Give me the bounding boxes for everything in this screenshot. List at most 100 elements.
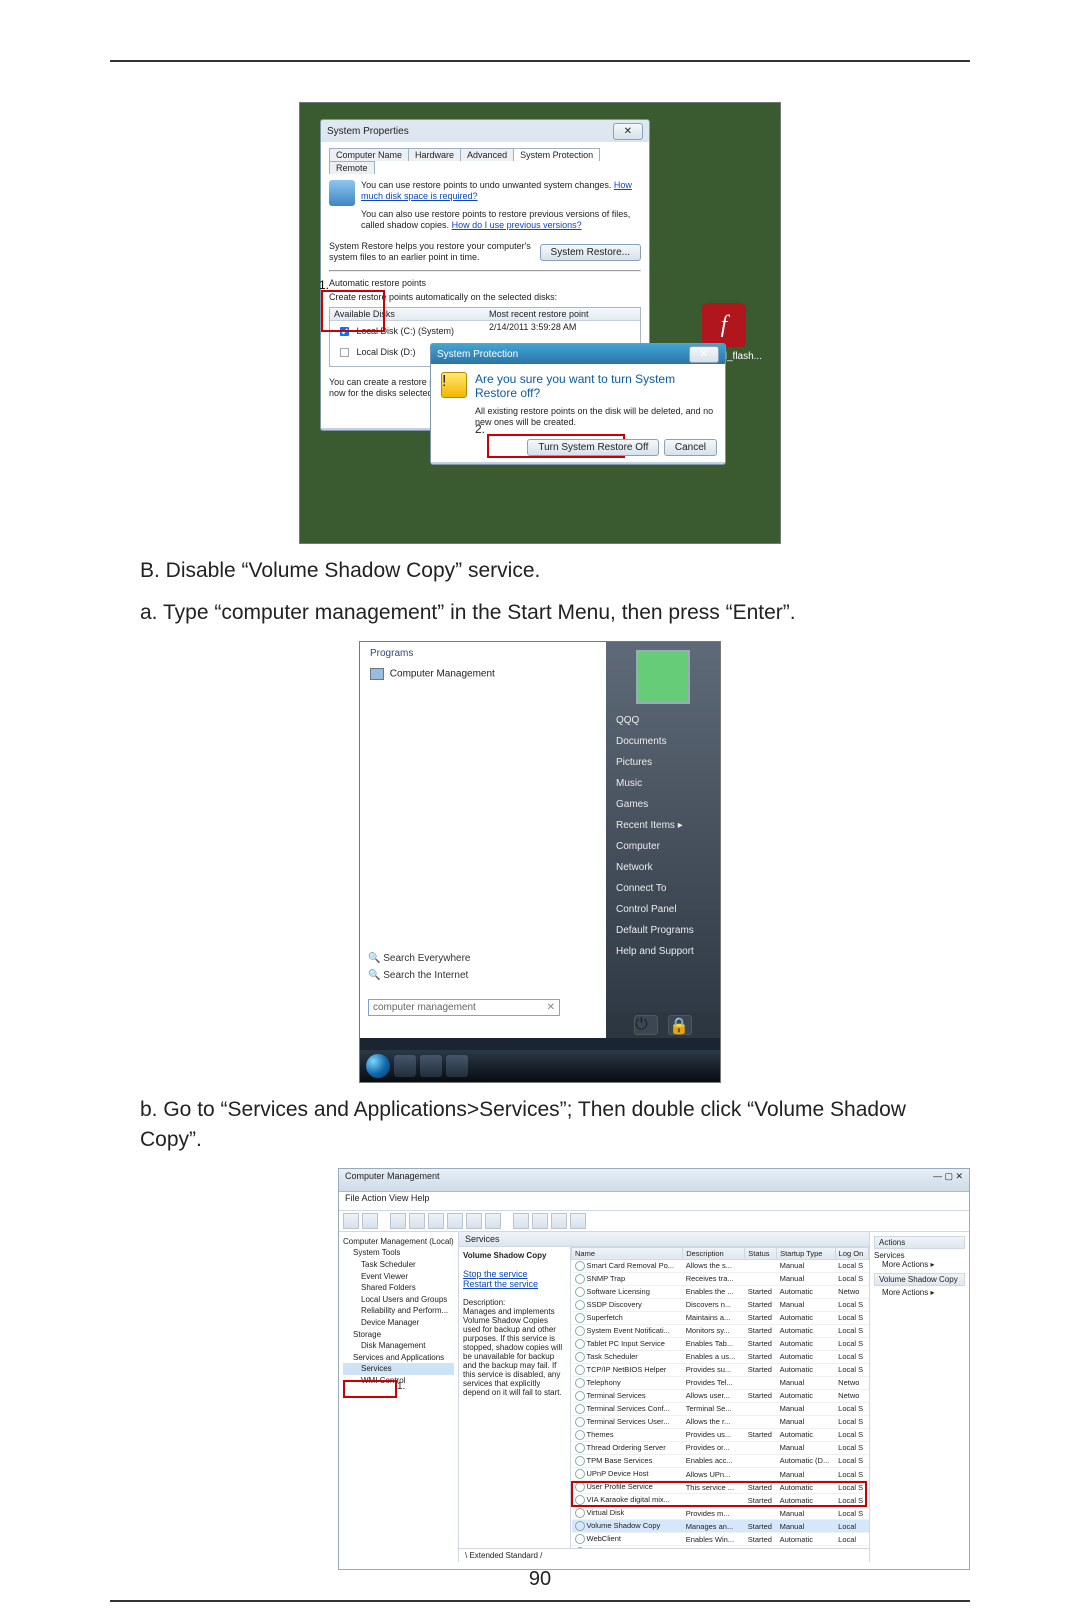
col-header[interactable]: Status [745,1247,777,1259]
tree-node[interactable]: Disk Management [343,1340,454,1352]
search-internet[interactable]: 🔍 Search the Internet [368,967,598,984]
service-row[interactable]: Software LicensingEnables the ...Started… [572,1285,869,1298]
tb-icon[interactable] [447,1213,463,1229]
sysprop-tab[interactable]: Hardware [408,148,461,161]
tb-icon[interactable] [390,1213,406,1229]
start-item[interactable]: Control Panel [606,899,720,920]
col-header[interactable]: Description [683,1247,745,1259]
tabset[interactable]: \ Extended Standard / [459,1548,869,1562]
tree-node[interactable]: Storage [343,1329,454,1341]
search-everywhere[interactable]: 🔍 Search Everywhere [368,950,598,967]
back-icon[interactable] [343,1213,359,1229]
tb-icon[interactable] [409,1213,425,1229]
service-row[interactable]: System Event Notificati...Monitors sy...… [572,1324,869,1337]
power-button[interactable]: ⏻ [634,1015,658,1035]
restart-icon[interactable] [570,1213,586,1229]
turn-off-button[interactable]: Turn System Restore Off [527,439,659,456]
service-row[interactable]: Volume Shadow CopyManages an...StartedMa… [572,1520,869,1533]
tree-node[interactable]: System Tools [343,1247,454,1259]
service-row[interactable]: Windows AudioManages au...StartedAutomat… [572,1546,869,1548]
disk-d-label: Local Disk (D:) [357,347,416,357]
start-item[interactable]: Games [606,794,720,815]
sysprop-tab[interactable]: Remote [329,161,375,174]
start-item[interactable]: Documents [606,731,720,752]
service-row[interactable]: Terminal Services Conf...Terminal Se...M… [572,1402,869,1415]
stop-icon[interactable] [532,1213,548,1229]
tree-node[interactable]: Services [343,1363,454,1375]
service-row[interactable]: UPnP Device HostAllows UPn...ManualLocal… [572,1468,869,1481]
search-net-label: Search the Internet [383,970,468,981]
start-item[interactable]: Help and Support [606,941,720,962]
actions-services[interactable]: Services [874,1251,965,1260]
col-header[interactable]: Name [572,1247,683,1259]
program-computer-management[interactable]: Computer Management [360,665,606,683]
service-row[interactable]: ThemesProvides us...StartedAutomaticLoca… [572,1428,869,1441]
start-orb-icon[interactable] [366,1054,390,1078]
service-row[interactable]: Smart Card Removal Po...Allows the s...M… [572,1259,869,1272]
service-row[interactable]: Virtual DiskProvides m...ManualLocal S [572,1507,869,1520]
search-input[interactable]: computer management✕ [368,999,560,1016]
service-row[interactable]: WebClientEnables Win...StartedAutomaticL… [572,1533,869,1546]
play-icon[interactable] [513,1213,529,1229]
service-row[interactable]: TelephonyProvides Tel...ManualNetwo [572,1376,869,1389]
service-row[interactable]: Terminal Services User...Allows the r...… [572,1415,869,1428]
mmc-tree[interactable]: 1. Computer Management (Local)System Too… [339,1232,459,1562]
tree-node[interactable]: Reliability and Perform... [343,1305,454,1317]
mmc-menubar[interactable]: File Action View Help [339,1192,969,1211]
actions-more[interactable]: More Actions ▸ [874,1260,965,1269]
tree-node[interactable]: Local Users and Groups [343,1294,454,1306]
start-item[interactable]: Music [606,773,720,794]
start-item[interactable]: Connect To [606,878,720,899]
tree-node[interactable]: Shared Folders [343,1282,454,1294]
lock-button[interactable]: 🔒 [668,1015,692,1035]
service-row[interactable]: SuperfetchMaintains a...StartedAutomatic… [572,1311,869,1324]
tb-icon[interactable] [485,1213,501,1229]
start-item[interactable]: Default Programs [606,920,720,941]
service-row[interactable]: Tablet PC Input ServiceEnables Tab...Sta… [572,1337,869,1350]
sysprop-tab[interactable]: Computer Name [329,148,409,161]
gear-icon [575,1430,585,1440]
window-controls[interactable]: — ▢ ✕ [933,1171,963,1189]
actions-more2[interactable]: More Actions ▸ [874,1288,965,1297]
sysprop-tab[interactable]: Advanced [460,148,514,161]
col-header[interactable]: Startup Type [777,1247,836,1259]
sysprop-tab[interactable]: System Protection [513,148,600,161]
col-header[interactable]: Log On [835,1247,868,1259]
tree-node[interactable]: Task Scheduler [343,1259,454,1271]
service-row[interactable]: Task SchedulerEnables a us...StartedAuto… [572,1350,869,1363]
confirm-close-icon[interactable]: ✕ [689,346,719,363]
tb-icon[interactable] [428,1213,444,1229]
taskbar-item[interactable] [446,1055,468,1077]
pause-icon[interactable] [551,1213,567,1229]
system-restore-button[interactable]: System Restore... [540,244,641,261]
service-row[interactable]: TPM Base ServicesEnables acc...Automatic… [572,1454,869,1467]
restart-service-link[interactable]: Restart the service [463,1279,538,1289]
start-item[interactable]: Computer [606,836,720,857]
service-row[interactable]: Terminal ServicesAllows user...StartedAu… [572,1389,869,1402]
tb-icon[interactable] [466,1213,482,1229]
close-icon[interactable]: ✕ [613,123,643,140]
programs-heading: Programs [360,642,606,665]
start-item[interactable]: Pictures [606,752,720,773]
forward-icon[interactable] [362,1213,378,1229]
prev-versions-link[interactable]: How do I use previous versions? [452,220,582,230]
start-item[interactable]: QQQ [606,710,720,731]
cancel-button[interactable]: Cancel [664,439,717,456]
gear-icon [575,1352,585,1362]
disk-d-checkbox[interactable] [340,348,349,357]
actions-heading: Actions [874,1236,965,1249]
tree-node[interactable]: Services and Applications [343,1352,454,1364]
service-row[interactable]: Thread Ordering ServerProvides or...Manu… [572,1441,869,1454]
tree-node[interactable]: Device Manager [343,1317,454,1329]
stop-service-link[interactable]: Stop the service [463,1269,528,1279]
tree-node[interactable]: Event Viewer [343,1271,454,1283]
taskbar-item[interactable] [420,1055,442,1077]
tree-node[interactable]: Computer Management (Local) [343,1236,454,1248]
start-item[interactable]: Recent Items ▸ [606,815,720,836]
start-item[interactable]: Network [606,857,720,878]
service-row[interactable]: SSDP DiscoveryDiscovers n...StartedManua… [572,1298,869,1311]
service-row[interactable]: TCP/IP NetBIOS HelperProvides su...Start… [572,1363,869,1376]
service-row[interactable]: SNMP TrapReceives tra...ManualLocal S [572,1272,869,1285]
services-list[interactable]: NameDescriptionStatusStartup TypeLog OnS… [571,1247,869,1548]
taskbar-item[interactable] [394,1055,416,1077]
